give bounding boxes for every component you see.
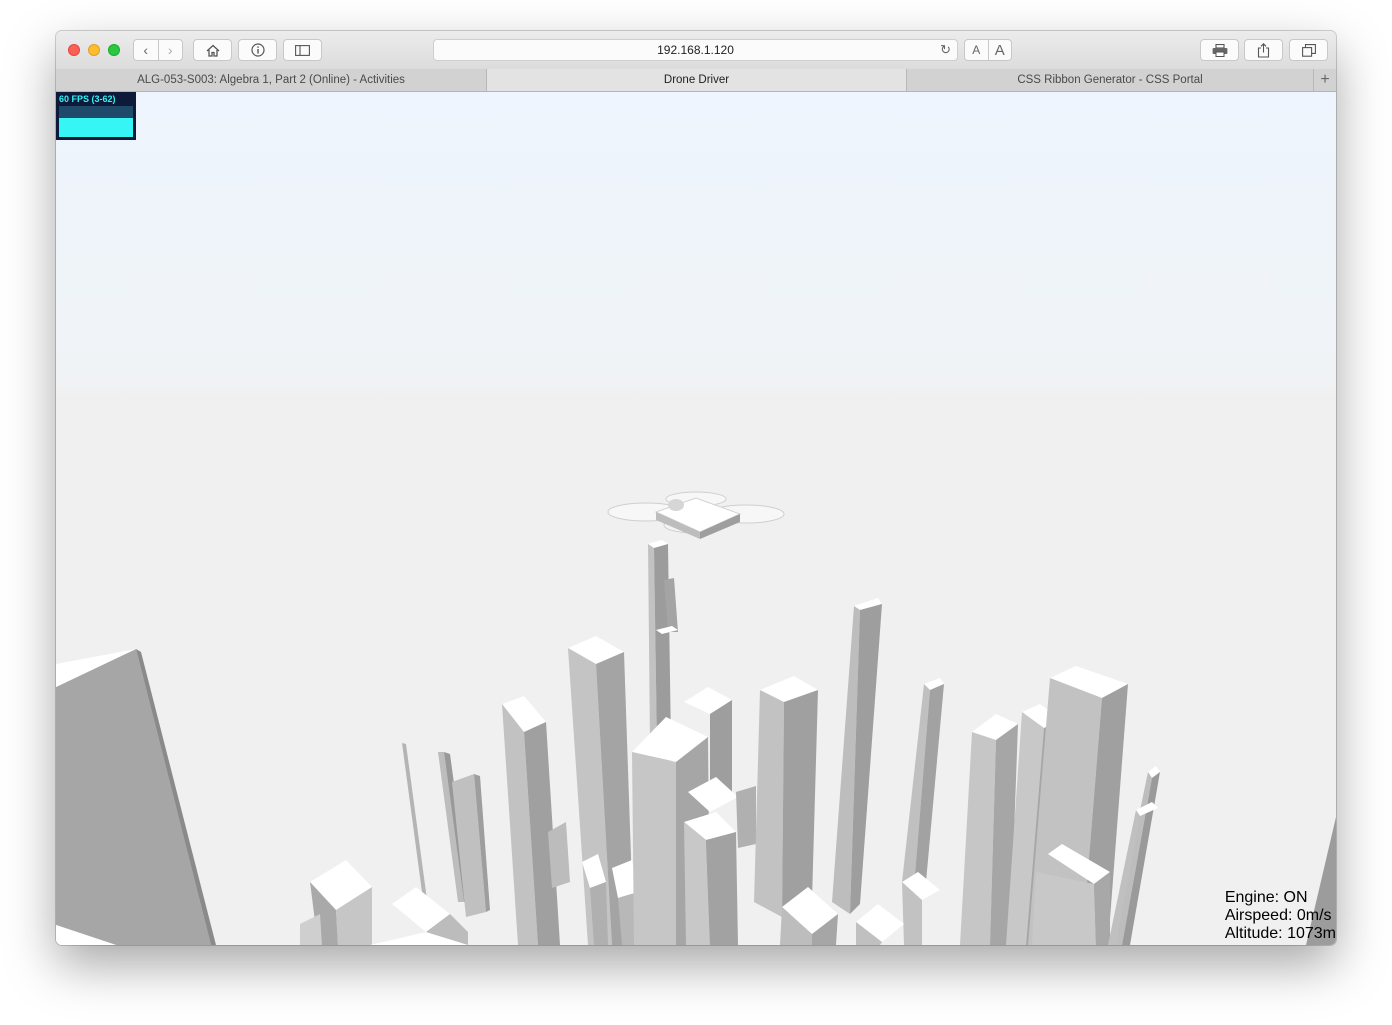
tabs-overview-icon [1301, 43, 1316, 57]
reload-icon[interactable]: ↻ [940, 42, 951, 58]
info-button[interactable] [238, 39, 277, 61]
fps-graph [59, 106, 133, 137]
chevron-left-icon: ‹ [143, 42, 149, 58]
plus-icon: + [1320, 71, 1330, 88]
engine-status: Engine: ON [1224, 889, 1308, 906]
tab-bar: ALG-053-S003: Algebra 1, Part 2 (Online)… [56, 69, 1336, 92]
forward-button[interactable]: › [159, 40, 183, 60]
tab-label: Drone Driver [663, 74, 730, 86]
minimize-window-button[interactable] [88, 44, 100, 56]
browser-toolbar: ‹ › 192.168.1.120 ↻ A A [56, 31, 1336, 70]
game-viewport[interactable]: 60 FPS (3-62) Engine: ON Airspeed: 0m/s … [56, 92, 1336, 945]
close-window-button[interactable] [68, 44, 80, 56]
share-button[interactable] [1244, 39, 1283, 61]
font-smaller-button[interactable]: A [965, 43, 988, 57]
altitude-readout: Altitude: 1073m [1224, 925, 1336, 942]
fps-label: 60 FPS (3-62) [59, 94, 116, 104]
font-larger-label: A [994, 41, 1005, 59]
navigation-buttons: ‹ › [133, 39, 183, 61]
share-icon [1257, 42, 1270, 58]
printer-icon [1212, 43, 1227, 57]
font-larger-button[interactable]: A [989, 42, 1012, 59]
home-icon [206, 44, 219, 57]
tab-label: ALG-053-S003: Algebra 1, Part 2 (Online)… [137, 74, 405, 86]
address-bar[interactable]: 192.168.1.120 ↻ [433, 39, 958, 61]
airspeed-readout: Airspeed: 0m/s [1224, 907, 1332, 924]
tab-drone-driver[interactable]: Drone Driver [487, 69, 907, 91]
info-icon [250, 43, 265, 57]
address-text: 192.168.1.120 [657, 43, 734, 57]
sidebar-icon [295, 44, 310, 56]
tab-css-ribbon[interactable]: CSS Ribbon Generator - CSS Portal [907, 69, 1314, 91]
zoom-window-button[interactable] [108, 44, 120, 56]
font-smaller-label: A [972, 43, 981, 57]
tab-algebra[interactable]: ALG-053-S003: Algebra 1, Part 2 (Online)… [56, 69, 487, 91]
new-tab-button[interactable]: + [1314, 69, 1336, 91]
flight-hud: Engine: ON Airspeed: 0m/s Altitude: 1073… [1225, 889, 1336, 943]
chevron-right-icon: › [167, 42, 173, 58]
sidebar-button[interactable] [283, 39, 322, 61]
home-button[interactable] [193, 39, 232, 61]
browser-window: ‹ › 192.168.1.120 ↻ A A ALG-053-S003: Al… [56, 31, 1336, 945]
city-scene [56, 92, 1336, 945]
fps-meter: 60 FPS (3-62) [56, 92, 136, 140]
print-button[interactable] [1200, 39, 1239, 61]
tab-label: CSS Ribbon Generator - CSS Portal [1017, 74, 1203, 86]
show-tabs-button[interactable] [1289, 39, 1328, 61]
font-size-buttons: A A [964, 39, 1012, 61]
back-button[interactable]: ‹ [134, 40, 158, 60]
fps-graph-fill [59, 118, 133, 137]
